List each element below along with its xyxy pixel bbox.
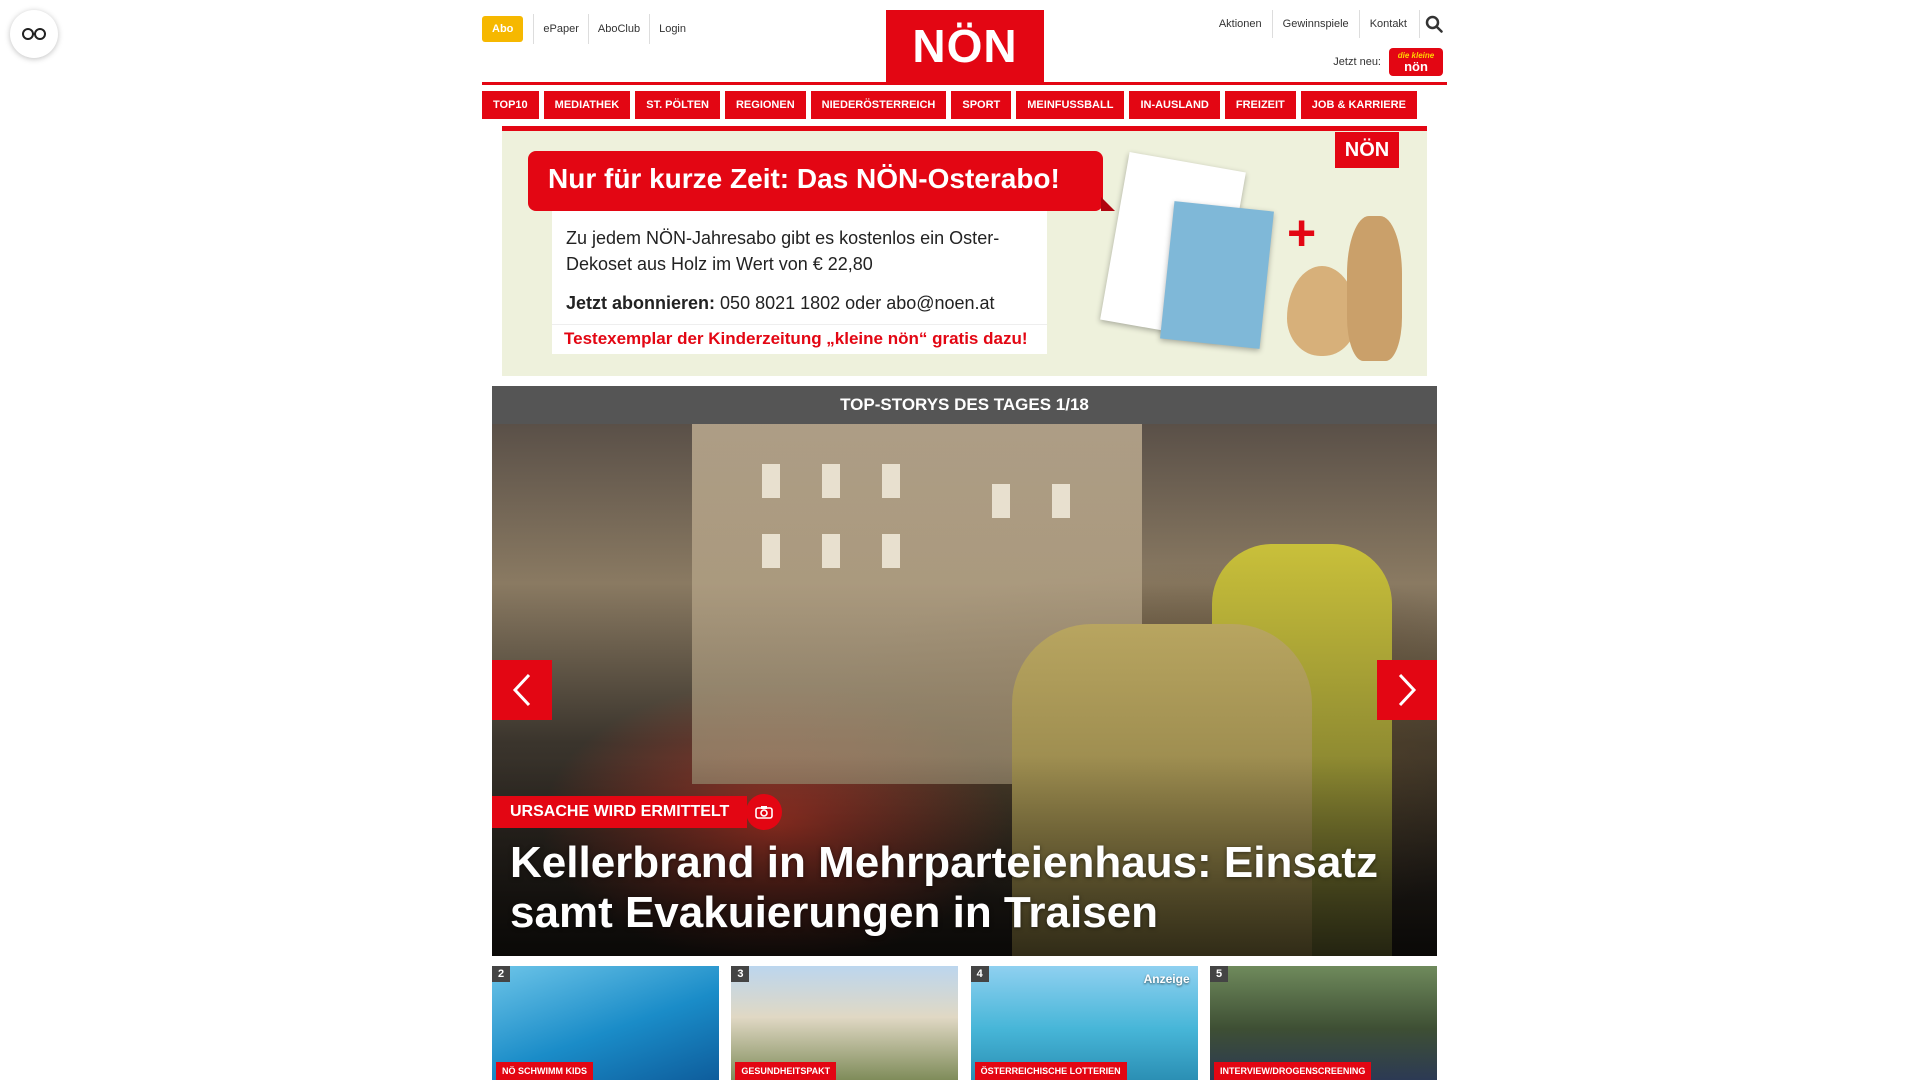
aktionen-link[interactable]: Aktionen: [1209, 10, 1272, 38]
chevron-left-icon: [512, 673, 531, 707]
gewinnspiele-link[interactable]: Gewinnspiele: [1271, 10, 1359, 38]
ad-contact-label: Jetzt abonnieren:: [566, 293, 716, 313]
ad-free-copy-line: Testexemplar der Kinderzeitung „kleine n…: [552, 324, 1047, 354]
main-nav: TOP10 MEDIATHEK ST. PÖLTEN REGIONEN NIED…: [482, 91, 1447, 119]
hero-window: [992, 484, 1010, 518]
nav-regionen[interactable]: REGIONEN: [724, 91, 806, 119]
glasses-icon: [22, 28, 46, 40]
hero-window: [762, 464, 780, 498]
search-icon: [1425, 15, 1443, 33]
hero-window: [822, 534, 840, 568]
wooden-bunny-image: [1347, 216, 1402, 361]
teaser-tag: INTERVIEW/DROGENSCREENING: [1213, 1062, 1372, 1080]
teaser-tag: ÖSTERREICHISCHE LOTTERIEN: [974, 1062, 1127, 1080]
search-button[interactable]: [1419, 10, 1447, 38]
ad-plus-sign: +: [1287, 205, 1317, 261]
hero-headline[interactable]: Kellerbrand in Mehrparteienhaus: Einsatz…: [510, 838, 1410, 938]
kleine-logo-bottom: nön: [1404, 58, 1428, 74]
nav-meinfussball[interactable]: MEINFUSSBALL: [1016, 91, 1125, 119]
hero-window: [822, 464, 840, 498]
abo-button[interactable]: Abo: [482, 16, 524, 42]
jetzt-neu: Jetzt neu: die kleine nön: [1333, 48, 1443, 76]
kids-newspaper-image: [1160, 201, 1274, 349]
teaser-number: 3: [731, 966, 750, 982]
nav-niederoesterreich[interactable]: NIEDERÖSTERREICH: [810, 91, 947, 119]
hero-window: [1052, 484, 1070, 518]
teaser-card[interactable]: 4 Anzeige ÖSTERREICHISCHE LOTTERIEN: [970, 966, 1198, 1080]
nav-st-poelten[interactable]: ST. PÖLTEN: [635, 91, 720, 119]
noen-logo[interactable]: NÖN: [886, 10, 1044, 82]
teaser-card[interactable]: 5 INTERVIEW/DROGENSCREENING: [1209, 966, 1437, 1080]
ad-contact-value: 050 8021 1802 oder abo@noen.at: [720, 293, 995, 313]
header-rule: [482, 82, 1447, 85]
login-link[interactable]: Login: [649, 14, 695, 44]
top-left-links: Abo ePaper AboClub Login: [482, 14, 695, 44]
nav-job-karriere[interactable]: JOB & KARRIERE: [1300, 91, 1417, 119]
nav-top10[interactable]: TOP10: [482, 91, 539, 119]
camera-icon: [755, 806, 773, 819]
site-header: Abo ePaper AboClub Login NÖN Aktionen Ge…: [482, 0, 1447, 88]
hero-window: [762, 534, 780, 568]
ad-contact: Jetzt abonnieren: 050 8021 1802 oder abo…: [566, 293, 1033, 314]
kontakt-link[interactable]: Kontakt: [1358, 10, 1417, 38]
slider-prev-button[interactable]: [492, 660, 552, 720]
teaser-number: 5: [1209, 966, 1229, 982]
nav-in-ausland[interactable]: IN-AUSLAND: [1129, 91, 1220, 119]
epaper-link[interactable]: ePaper: [533, 14, 587, 44]
hero-window: [882, 534, 900, 568]
ad-headline: Nur für kurze Zeit: Das NÖN-Osterabo!: [528, 151, 1115, 211]
hero-story[interactable]: URSACHE WIRD ERMITTELT Kellerbrand in Me…: [492, 424, 1437, 956]
hero-kicker: URSACHE WIRD ERMITTELT: [492, 796, 748, 828]
nav-sport[interactable]: SPORT: [951, 91, 1012, 119]
teaser-card[interactable]: 2 NÖ SCHWIMM KIDS: [492, 966, 719, 1080]
teaser-number: 2: [492, 966, 511, 982]
gallery-badge: [746, 794, 782, 830]
slider-next-button[interactable]: [1377, 660, 1437, 720]
teaser-tag: GESUNDHEITSPAKT: [735, 1062, 837, 1080]
nav-freizeit[interactable]: FREIZEIT: [1224, 91, 1296, 119]
aboclub-link[interactable]: AboClub: [587, 14, 649, 44]
reader-mode-toggle[interactable]: [10, 10, 58, 58]
jetzt-neu-label: Jetzt neu:: [1333, 56, 1381, 68]
ad-brand-logo: NÖN: [1335, 132, 1399, 168]
ad-body-text: Zu jedem NÖN-Jahresabo gibt es kostenlos…: [566, 228, 1000, 274]
ad-top-line: [502, 126, 1427, 131]
teaser-card[interactable]: 3 GESUNDHEITSPAKT: [731, 966, 959, 1080]
teaser-ad-label: Anzeige: [1143, 972, 1190, 986]
chevron-right-icon: [1398, 673, 1417, 707]
teaser-number: 4: [970, 966, 989, 982]
hero-window: [882, 464, 900, 498]
nav-mediathek[interactable]: MEDIATHEK: [543, 91, 631, 119]
teaser-tag: NÖ SCHWIMM KIDS: [496, 1062, 593, 1080]
kleine-noen-logo[interactable]: die kleine nön: [1389, 48, 1443, 76]
top-stories-header: TOP-STORYS DES TAGES 1/18: [492, 386, 1437, 424]
page: Abo ePaper AboClub Login NÖN Aktionen Ge…: [0, 0, 1920, 1080]
osterabo-ad-banner[interactable]: Nur für kurze Zeit: Das NÖN-Osterabo! Zu…: [502, 126, 1427, 376]
top-right-links: Aktionen Gewinnspiele Kontakt: [1209, 10, 1447, 38]
story-teasers: 2 NÖ SCHWIMM KIDS 3 GESUNDHEITSPAKT 4 An…: [492, 966, 1437, 1080]
